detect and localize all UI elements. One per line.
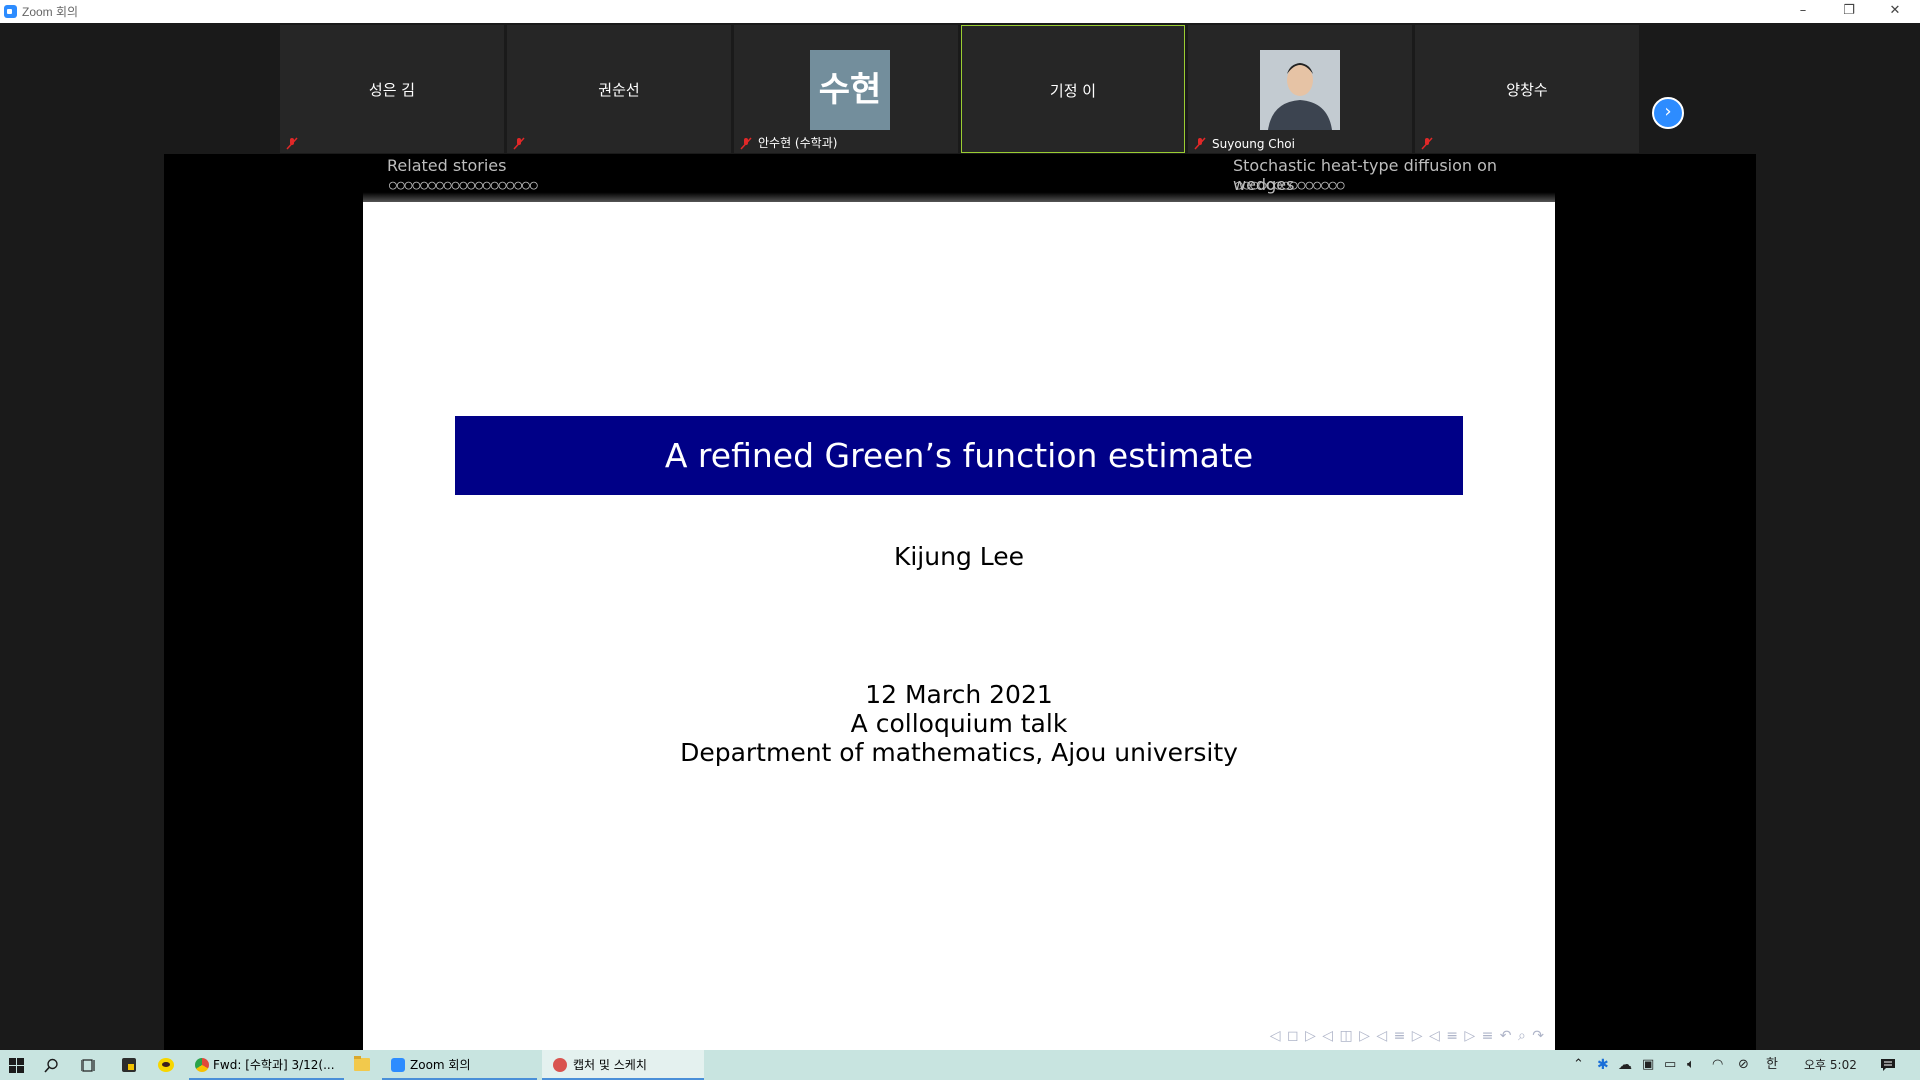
slide-date: 12 March 2021 — [865, 680, 1053, 709]
slide-affiliation: Department of mathematics, Ajou universi… — [680, 738, 1238, 767]
participant-label: Suyoung Choi — [1212, 137, 1295, 151]
windows-start-icon[interactable] — [9, 1058, 24, 1073]
file-explorer-icon[interactable] — [354, 1056, 370, 1071]
wifi-icon[interactable]: ◠ — [1712, 1050, 1723, 1080]
next-participants-button[interactable]: › — [1652, 97, 1684, 129]
section-left[interactable]: Related stories — [387, 156, 506, 175]
network-blocked-icon[interactable]: ⊘ — [1738, 1050, 1749, 1080]
slide-header: Related stories ○○○○○○○○○○○○○○○○○○○ Stoc… — [363, 154, 1555, 202]
taskbar-app-chrome[interactable]: Fwd: [수학과] 3/12(... — [189, 1050, 344, 1080]
participant-strip: 성은 김 권순선 수현 안수현 (수학과) 기정 이 Suyoung Choi … — [0, 23, 1920, 154]
participant-tile[interactable]: 성은 김 — [280, 25, 504, 153]
participant-tile[interactable]: 권순선 — [507, 25, 731, 153]
restore-button[interactable]: ❐ — [1826, 0, 1872, 23]
slide-details: 12 March 2021 A colloquium talk Departme… — [363, 680, 1555, 767]
taskbar-app-label: Zoom 회의 — [410, 1058, 471, 1072]
slide: A refined Green’s function estimate Kiju… — [363, 202, 1555, 1050]
person-photo-icon — [1260, 50, 1340, 130]
participant-name: 권순선 — [598, 81, 640, 99]
bluetooth-icon[interactable]: ✱ — [1597, 1050, 1609, 1080]
ime-indicator[interactable]: 한 — [1766, 1050, 1778, 1080]
zoom-icon — [391, 1058, 405, 1072]
slide-author: Kijung Lee — [893, 542, 1025, 571]
taskbar-app-snip-sketch[interactable]: 캡처 및 스케치 — [542, 1050, 704, 1080]
muted-mic-icon — [286, 137, 298, 150]
title-bar: Zoom 회의 – ❐ ✕ — [0, 0, 1920, 24]
muted-mic-icon — [1421, 137, 1433, 150]
kakaotalk-icon[interactable] — [158, 1058, 174, 1072]
participant-name: 양창수 — [1506, 81, 1548, 99]
participant-name: 기정 이 — [1049, 82, 1097, 100]
slide-event: A colloquium talk — [850, 709, 1068, 738]
muted-mic-icon — [740, 137, 752, 150]
task-view-icon[interactable] — [81, 1058, 97, 1073]
taskbar-app-label: 캡처 및 스케치 — [573, 1058, 647, 1072]
close-button[interactable]: ✕ — [1872, 0, 1918, 23]
section-right-progress[interactable]: ○○○○○○○○○○○○○○ — [1235, 178, 1345, 193]
participant-tile[interactable]: Suyoung Choi — [1188, 25, 1412, 153]
taskbar-app-label: Fwd: [수학과] 3/12(... — [213, 1058, 335, 1072]
notification-center-icon[interactable] — [1880, 1058, 1896, 1072]
volume-icon[interactable]: 🔈︎ — [1687, 1050, 1695, 1080]
muted-mic-icon — [1194, 137, 1206, 150]
section-left-progress[interactable]: ○○○○○○○○○○○○○○○○○○○ — [389, 178, 538, 193]
participant-photo — [1260, 50, 1340, 130]
tray-overflow-chevron-icon[interactable]: ⌃ — [1573, 1050, 1584, 1080]
participant-label: 안수현 (수학과) — [758, 136, 838, 150]
onedrive-icon[interactable]: ☁ — [1618, 1050, 1632, 1080]
tray-app-icon[interactable]: ▣ — [1642, 1050, 1654, 1080]
search-icon[interactable] — [44, 1058, 59, 1073]
participant-tile[interactable]: 수현 안수현 (수학과) — [734, 25, 958, 153]
chrome-icon — [195, 1058, 209, 1072]
taskbar-app-zoom[interactable]: Zoom 회의 — [382, 1050, 537, 1080]
participant-tile-active-speaker[interactable]: 기정 이 — [961, 25, 1185, 153]
window-title: Zoom 회의 — [22, 5, 79, 19]
battery-icon[interactable]: ▭ — [1664, 1050, 1676, 1080]
snip-sketch-icon — [553, 1058, 567, 1072]
participant-name: 성은 김 — [368, 81, 416, 99]
zoom-app-icon — [4, 5, 17, 18]
clock[interactable]: 오후 5:02 — [1804, 1050, 1857, 1080]
minimize-button[interactable]: – — [1780, 0, 1826, 23]
beamer-navigation-symbols[interactable]: ◁ ◻ ▷ ◁ ◫ ▷ ◁ ≡ ▷ ◁ ≡ ▷ ≡ ↶ ⌕ ↷ — [1270, 1028, 1545, 1044]
avatar: 수현 — [810, 50, 890, 130]
muted-mic-icon — [513, 137, 525, 150]
notes-app-icon[interactable] — [122, 1058, 136, 1072]
participant-tile[interactable]: 양창수 — [1415, 25, 1639, 153]
screen-share-area: Related stories ○○○○○○○○○○○○○○○○○○○ Stoc… — [164, 154, 1756, 1050]
taskbar: Fwd: [수학과] 3/12(... Zoom 회의 캡처 및 스케치 ⌃ ✱… — [0, 1050, 1920, 1080]
slide-title: A refined Green’s function estimate — [455, 416, 1463, 495]
